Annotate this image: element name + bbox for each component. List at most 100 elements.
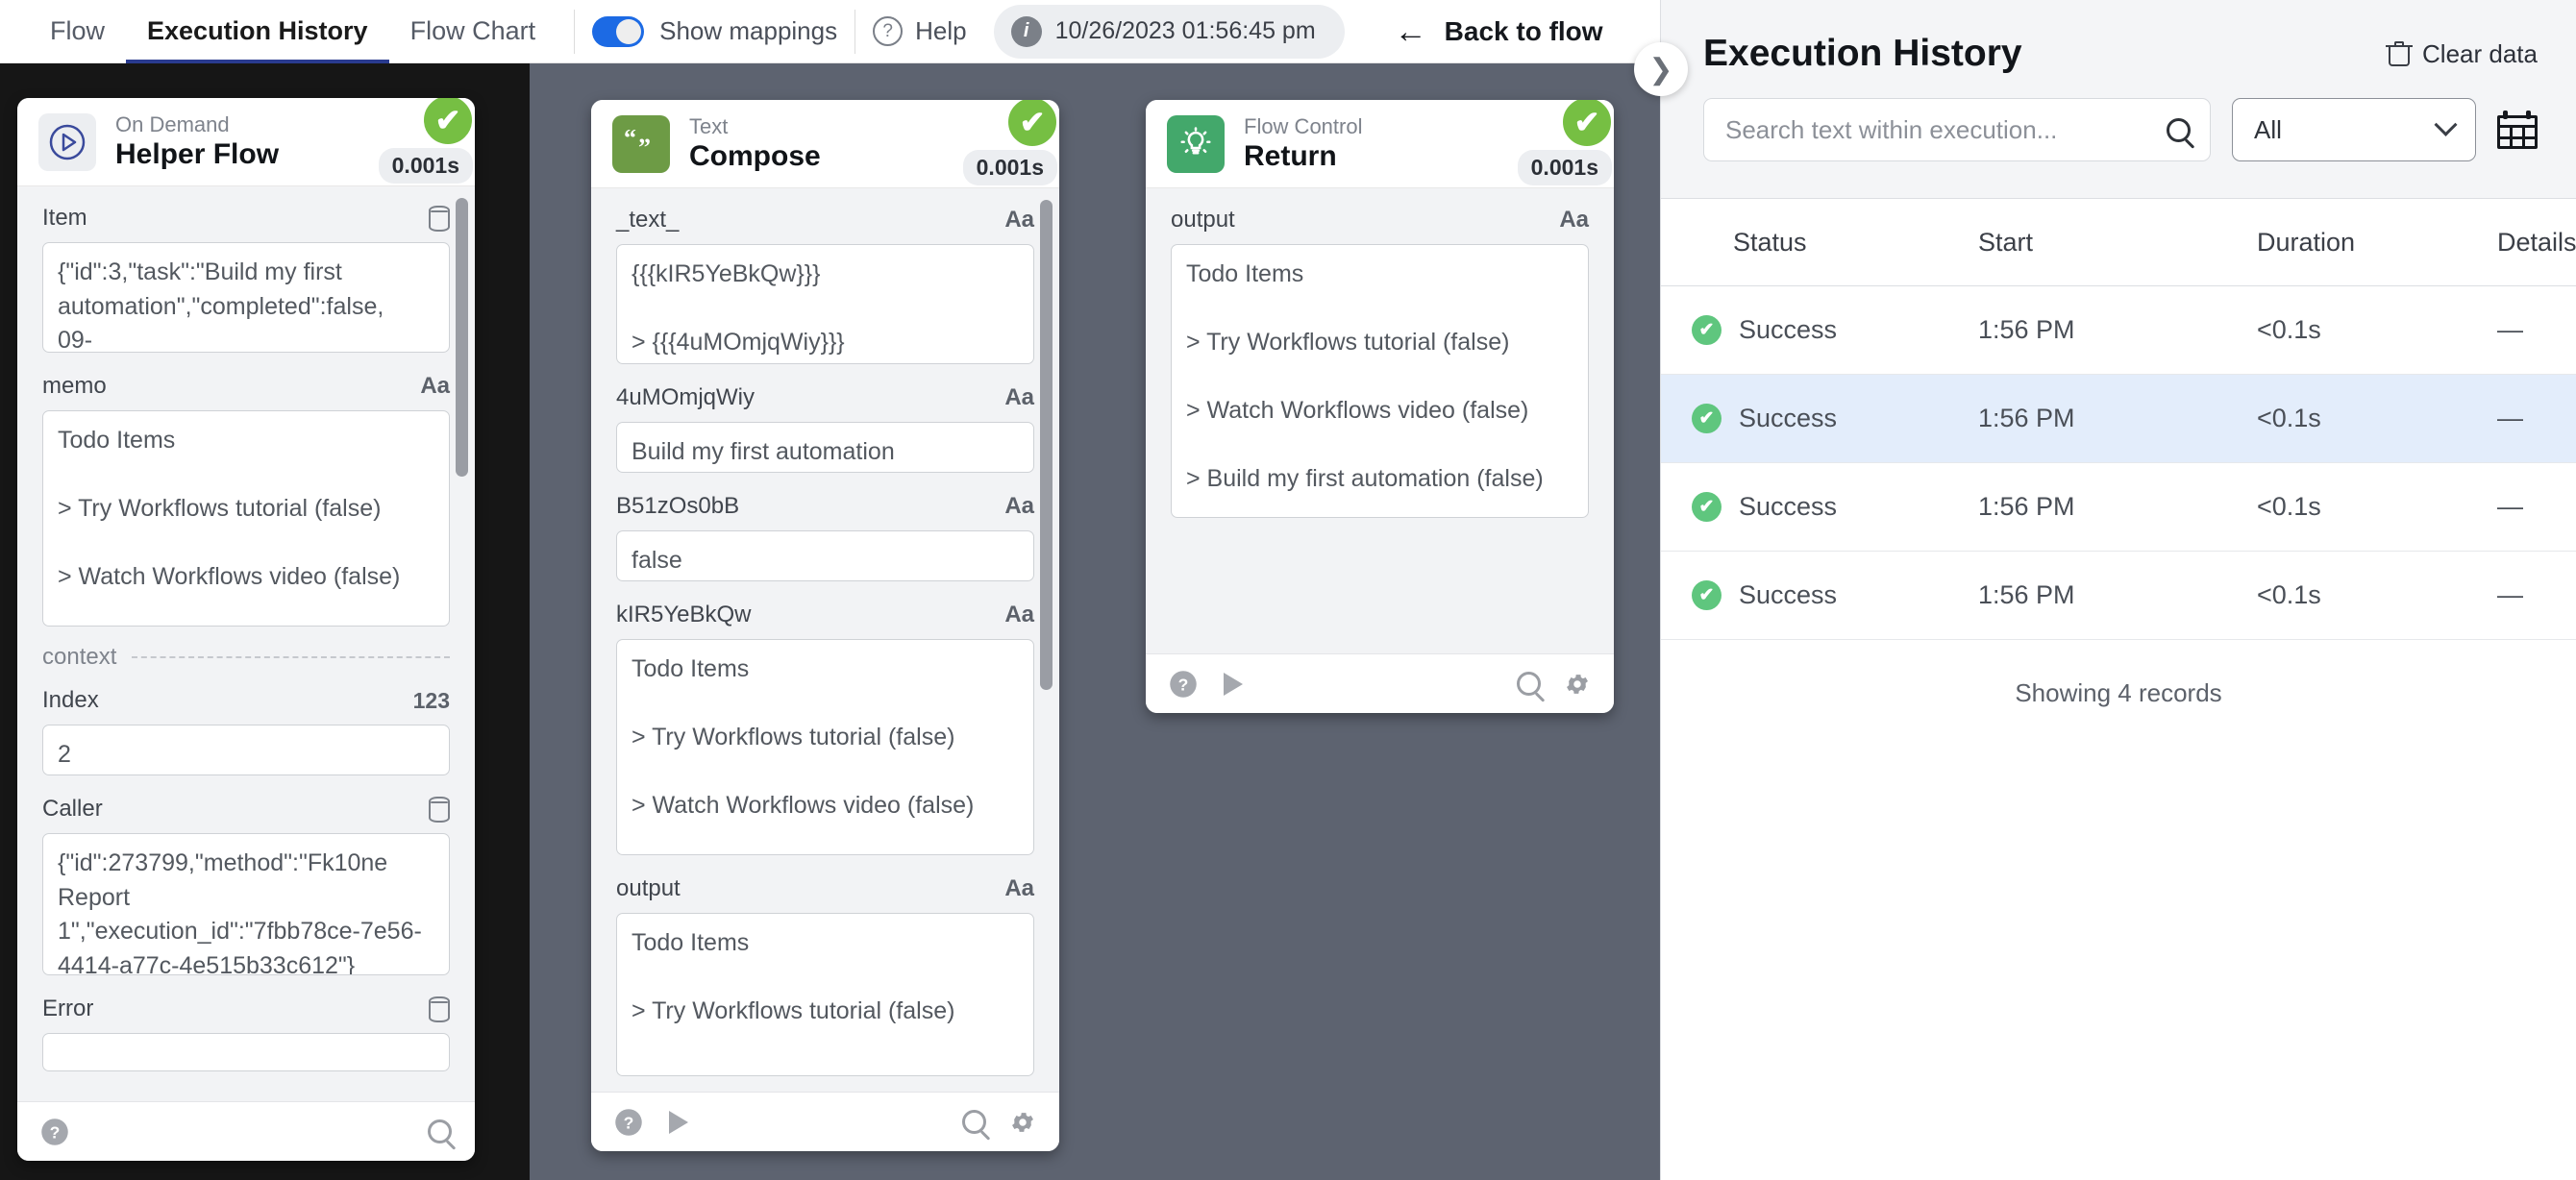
row-start: 1:56 PM <box>1978 580 2075 609</box>
page-title: Execution History <box>1703 33 2022 74</box>
node-header: “ ” Text Compose ✔ 0.001s <box>591 100 1059 188</box>
column-header-details: Details ? <box>2497 228 2576 258</box>
row-duration: <0.1s <box>2257 580 2321 609</box>
on-demand-play-icon <box>38 112 96 171</box>
database-icon <box>429 796 450 823</box>
field-caller: Caller {"id":273799,"method":"Fk10ne Rep… <box>42 793 450 975</box>
scrollbar-thumb[interactable] <box>1040 200 1053 690</box>
node-card-helper-flow[interactable]: On Demand Helper Flow ✔ 0.001s Item {"id… <box>17 98 475 1161</box>
field-label: Index <box>42 687 99 713</box>
tab-flow-chart[interactable]: Flow Chart <box>389 0 557 63</box>
table-row[interactable]: ✔ Success 1:56 PM <0.1s — <box>1661 463 2576 552</box>
row-status-label: Success <box>1739 404 1838 432</box>
text-type-icon: Aa <box>1559 207 1589 233</box>
help-label: Help <box>915 16 967 45</box>
help-icon[interactable]: ? <box>1169 670 1198 699</box>
node-body[interactable]: output Aa Todo Items > Try Workflows tut… <box>1146 188 1614 653</box>
row-start: 1:56 PM <box>1978 315 2075 344</box>
node-card-compose[interactable]: “ ” Text Compose ✔ 0.001s _text_ Aa {{{k… <box>591 100 1059 1151</box>
field-value-text[interactable]: {{{kIR5YeBkQw}}} > {{{4uMOmjqWiy}}} ({{{… <box>616 244 1034 364</box>
row-details: — <box>2497 315 2523 344</box>
row-duration: <0.1s <box>2257 404 2321 432</box>
gear-icon[interactable] <box>1009 1109 1036 1136</box>
row-details: — <box>2497 580 2523 609</box>
search-icon[interactable] <box>1517 672 1541 696</box>
table-row[interactable]: ✔ Success 1:56 PM <0.1s — <box>1661 552 2576 640</box>
status-filter-select[interactable]: All <box>2232 98 2476 161</box>
field-label: 4uMOmjqWiy <box>616 384 755 410</box>
field-label: B51zOs0bB <box>616 493 740 519</box>
search-box[interactable] <box>1703 98 2211 161</box>
svg-text:?: ? <box>50 1122 61 1142</box>
row-duration: <0.1s <box>2257 315 2321 344</box>
field-value-index[interactable]: 2 <box>42 725 450 775</box>
context-label: context <box>42 644 117 670</box>
row-start: 1:56 PM <box>1978 404 2075 432</box>
search-icon[interactable] <box>428 1119 452 1143</box>
scrollbar-thumb[interactable] <box>456 198 468 477</box>
filter-selected-value: All <box>2254 114 2282 144</box>
help-icon[interactable]: ? <box>40 1118 69 1146</box>
node-duration-badge: 0.001s <box>1517 150 1612 185</box>
field-label: kIR5YeBkQw <box>616 602 752 627</box>
field-value-item[interactable]: {"id":3,"task":"Build my first automatio… <box>42 242 450 353</box>
table-row[interactable]: ✔ Success 1:56 PM <0.1s — <box>1661 375 2576 463</box>
database-icon <box>429 996 450 1022</box>
field-value-caller[interactable]: {"id":273799,"method":"Fk10ne Report 1",… <box>42 833 450 975</box>
play-icon[interactable] <box>666 1109 691 1136</box>
row-status: ✔ Success <box>1661 580 1978 610</box>
node-duration-badge: 0.001s <box>378 148 473 184</box>
node-duration-badge: 0.001s <box>962 150 1057 185</box>
play-icon[interactable] <box>1221 671 1246 698</box>
row-status: ✔ Success <box>1661 404 1978 433</box>
row-status-label: Success <box>1739 580 1838 609</box>
field-value-B51zOs0bB[interactable]: false <box>616 530 1034 581</box>
column-header-details-label: Details <box>2497 227 2576 257</box>
back-to-flow-button[interactable]: ← Back to flow <box>1395 15 1603 48</box>
field-label: memo <box>42 373 107 399</box>
search-input[interactable] <box>1725 114 2167 145</box>
field-index: Index 123 2 <box>42 684 450 775</box>
search-icon[interactable] <box>2167 117 2191 142</box>
clear-data-label: Clear data <box>2422 38 2538 68</box>
help-button[interactable]: ? Help <box>873 16 967 46</box>
gear-icon[interactable] <box>1564 671 1591 698</box>
calendar-icon[interactable] <box>2497 111 2538 149</box>
table-empty-fill <box>1661 708 2576 1180</box>
execution-timestamp: 10/26/2023 01:56:45 pm <box>1054 17 1316 44</box>
node-footer: ? <box>591 1092 1059 1151</box>
collapse-panel-button[interactable]: ❯ <box>1634 42 1688 96</box>
field-item: Item {"id":3,"task":"Build my first auto… <box>42 202 450 353</box>
show-mappings-toggle[interactable]: Show mappings <box>592 15 837 47</box>
records-count-note: Showing 4 records <box>1661 640 2576 708</box>
node-kind: On Demand <box>115 111 230 136</box>
clear-data-button[interactable]: Clear data <box>2386 38 2538 69</box>
field-value-output[interactable]: Todo Items > Try Workflows tutorial (fal… <box>616 913 1034 1076</box>
info-icon: i <box>1010 15 1042 47</box>
search-icon[interactable] <box>962 1110 986 1134</box>
database-icon <box>429 205 450 232</box>
text-type-icon: Aa <box>1004 875 1034 901</box>
node-kind: Flow Control <box>1244 113 1363 138</box>
flow-canvas[interactable]: On Demand Helper Flow ✔ 0.001s Item {"id… <box>0 63 1660 1180</box>
field-value-kIR5YeBkQw[interactable]: Todo Items > Try Workflows tutorial (fal… <box>616 639 1034 855</box>
node-body[interactable]: Item {"id":3,"task":"Build my first auto… <box>17 186 475 1101</box>
field-value-4uMOmjqWiy[interactable]: Build my first automation <box>616 422 1034 473</box>
row-duration: <0.1s <box>2257 492 2321 521</box>
field-value-output[interactable]: Todo Items > Try Workflows tutorial (fal… <box>1171 244 1589 518</box>
field-value-error[interactable] <box>42 1033 450 1071</box>
tab-flow[interactable]: Flow <box>29 0 126 63</box>
column-header-start: Start <box>1978 227 2034 257</box>
table-header-row: Status Start Duration Details ? <box>1661 198 2576 286</box>
table-row[interactable]: ✔ Success 1:56 PM <0.1s — <box>1661 286 2576 375</box>
row-details: — <box>2497 404 2523 432</box>
field-value-memo[interactable]: Todo Items > Try Workflows tutorial (fal… <box>42 410 450 627</box>
success-check-icon: ✔ <box>1692 580 1721 610</box>
node-card-return[interactable]: Flow Control Return ✔ 0.001s output Aa T… <box>1146 100 1614 713</box>
field-kIR5YeBkQw: kIR5YeBkQw Aa Todo Items > Try Workflows… <box>616 599 1034 855</box>
help-icon[interactable]: ? <box>614 1108 643 1137</box>
tab-execution-history[interactable]: Execution History <box>126 0 389 63</box>
toggle-switch-icon[interactable] <box>592 15 645 47</box>
number-type-icon: 123 <box>412 687 450 713</box>
node-body[interactable]: _text_ Aa {{{kIR5YeBkQw}}} > {{{4uMOmjqW… <box>591 188 1059 1092</box>
